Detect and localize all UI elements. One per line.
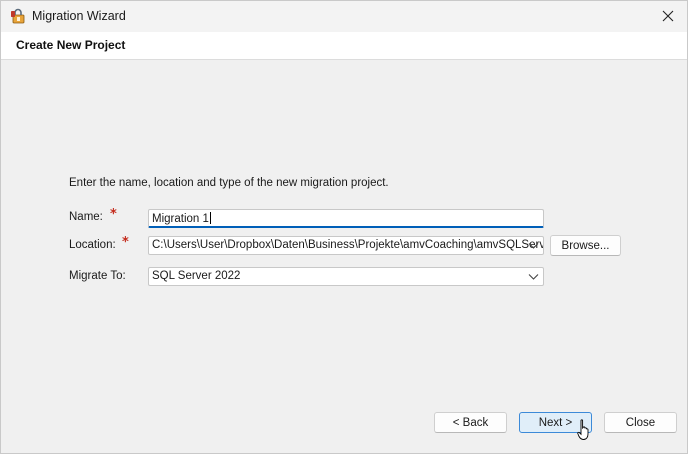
title-bar: Migration Wizard — [1, 1, 687, 32]
close-icon — [662, 10, 674, 22]
text-caret — [209, 212, 211, 224]
location-combobox[interactable]: C:\Users\User\Dropbox\Daten\Business\Pro… — [148, 236, 544, 255]
window-close-button[interactable] — [655, 3, 681, 29]
location-value: C:\Users\User\Dropbox\Daten\Business\Pro… — [152, 239, 544, 251]
migrate-to-select[interactable]: SQL Server 2022 — [148, 267, 544, 286]
migrate-to-value: SQL Server 2022 — [152, 270, 241, 282]
mouse-pointer-icon — [577, 419, 589, 440]
close-button[interactable]: Close — [604, 412, 677, 433]
chevron-down-icon[interactable] — [528, 241, 539, 250]
migration-wizard-window: Migration Wizard Create New Project Ente… — [0, 0, 688, 454]
back-button[interactable]: < Back — [434, 412, 507, 433]
instructions-text: Enter the name, location and type of the… — [69, 177, 389, 189]
name-label: Name: — [69, 211, 103, 223]
window-title: Migration Wizard — [32, 9, 126, 23]
migrate-to-label: Migrate To: — [69, 270, 126, 282]
name-value: Migration 1 — [152, 213, 209, 225]
name-input[interactable]: Migration 1 — [148, 209, 544, 228]
wizard-header: Create New Project — [1, 32, 687, 60]
name-required-mark: * — [110, 207, 117, 222]
migration-wizard-app-icon — [11, 8, 25, 24]
browse-button[interactable]: Browse... — [550, 235, 621, 256]
chevron-down-icon[interactable] — [528, 272, 539, 281]
page-title: Create New Project — [16, 38, 126, 52]
location-label: Location: — [69, 239, 116, 251]
location-required-mark: * — [122, 235, 129, 250]
